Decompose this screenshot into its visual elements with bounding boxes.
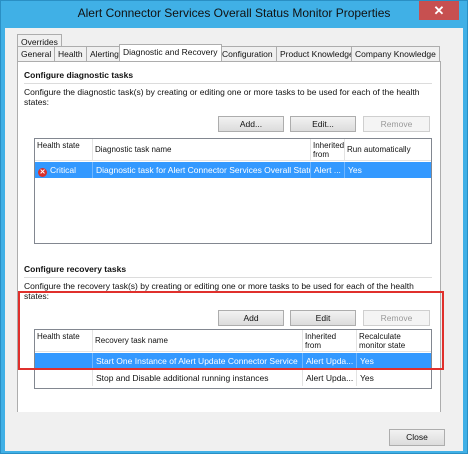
grid-header: Health state Diagnostic task name Inheri… <box>35 139 431 161</box>
column-header-run-automatically[interactable]: Run automatically <box>345 139 431 160</box>
table-row[interactable]: Stop and Disable additional running inst… <box>35 370 431 386</box>
divider <box>24 277 432 278</box>
column-header-task-name[interactable]: Diagnostic task name <box>93 139 311 160</box>
tab-health[interactable]: Health <box>54 46 87 61</box>
recovery-section-heading: Configure recovery tasks <box>24 264 127 274</box>
table-row[interactable]: ✕ Critical Diagnostic task for Alert Conn… <box>35 162 431 178</box>
column-header-health-state[interactable]: Health state <box>35 139 93 160</box>
cell-recalculate: Yes <box>360 373 374 383</box>
diagnostic-edit-button[interactable]: Edit... <box>290 116 356 132</box>
tab-diagnostic-and-recovery[interactable]: Diagnostic and Recovery <box>119 44 222 61</box>
properties-window: Alert Connector Services Overall Status … <box>0 0 468 454</box>
diagnostic-add-button[interactable]: Add... <box>218 116 284 132</box>
cell-run-automatically: Yes <box>348 165 362 175</box>
divider <box>24 83 432 84</box>
cell-task-name: Diagnostic task for Alert Connector Serv… <box>93 162 311 178</box>
dialog-client-area: Overrides General Health Alerting Diagno… <box>5 28 463 451</box>
cell-health-state <box>35 370 93 386</box>
tab-configuration[interactable]: Configuration <box>218 46 277 61</box>
highlight-box <box>18 291 444 370</box>
dialog-footer: Close <box>5 412 463 451</box>
title-bar: Alert Connector Services Overall Status … <box>1 1 467 25</box>
window-title: Alert Connector Services Overall Status … <box>77 6 391 20</box>
cell-health-state: ✕ Critical <box>35 162 93 178</box>
column-header-inherited-from[interactable]: Inherited from <box>311 139 345 160</box>
diagnostic-remove-button[interactable]: Remove <box>363 116 430 132</box>
diagnostic-task-grid[interactable]: Health state Diagnostic task name Inheri… <box>34 138 432 244</box>
close-button[interactable]: Close <box>389 429 445 446</box>
tab-company-knowledge[interactable]: Company Knowledge <box>351 46 440 61</box>
cell-task-name: Stop and Disable additional running inst… <box>93 370 303 386</box>
diagnostic-description: Configure the diagnostic task(s) by crea… <box>24 87 420 107</box>
cell-inherited-from: Alert Upda... <box>303 370 357 386</box>
critical-icon: ✕ <box>38 168 47 177</box>
tab-alerting[interactable]: Alerting <box>86 46 123 61</box>
window-close-button[interactable]: ✕ <box>419 1 459 20</box>
tab-product-knowledge[interactable]: Product Knowledge <box>276 46 358 61</box>
diagnostic-section-heading: Configure diagnostic tasks <box>24 70 134 80</box>
tab-general[interactable]: General <box>17 46 56 61</box>
cell-inherited-from: Alert ... <box>311 162 345 178</box>
